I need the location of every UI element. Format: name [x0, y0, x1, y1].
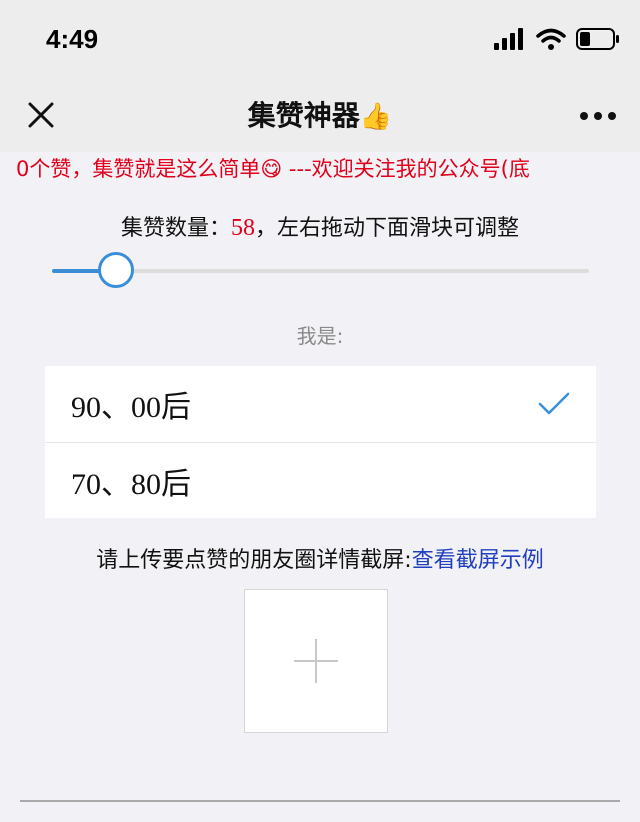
count-value: 58 — [231, 215, 255, 241]
page-title-text: 集赞神器 — [247, 99, 360, 132]
count-label: 集赞数量： — [120, 216, 231, 241]
wifi-icon — [536, 28, 566, 50]
option-label: 70、80后 — [71, 467, 191, 501]
role-label: 我是: — [296, 324, 344, 348]
nav-bar: 集赞神器👍 — [0, 80, 640, 152]
view-example-link[interactable]: 查看截屏示例 — [412, 548, 544, 573]
role-options: 90、00后 70、80后 — [45, 366, 596, 518]
upload-image-button[interactable] — [244, 589, 388, 733]
thumbs-up-icon: 👍 — [359, 102, 393, 132]
count-slider[interactable] — [52, 252, 589, 292]
status-time: 4:49 — [46, 24, 99, 54]
checkmark-icon — [538, 392, 570, 415]
count-hint: ，左右拖动下面滑块可调整 — [255, 216, 520, 241]
status-icons — [494, 28, 620, 50]
upload-instruction: 请上传要点赞的朋友圈详情截屏:查看截屏示例 — [0, 542, 640, 574]
plus-icon — [294, 639, 338, 683]
marquee-text: 0个赞，集赞就是这么简单😋 ---欢迎关注我的公众号(底 — [16, 157, 530, 181]
role-option-90-00[interactable]: 90、00后 — [45, 366, 596, 442]
signal-icon — [494, 28, 523, 50]
bottom-divider — [20, 800, 620, 802]
count-line: 集赞数量：58，左右拖动下面滑块可调整 — [0, 210, 640, 242]
page-title: 集赞神器👍 — [0, 94, 640, 134]
upload-text: 请上传要点赞的朋友圈详情截屏: — [96, 548, 412, 573]
status-bar: 4:49 — [0, 0, 640, 80]
slider-thumb[interactable] — [98, 252, 134, 288]
battery-icon — [576, 28, 619, 50]
option-label: 90、00后 — [71, 391, 191, 424]
role-option-70-80[interactable]: 70、80后 — [45, 442, 596, 518]
more-icon[interactable] — [578, 106, 618, 126]
